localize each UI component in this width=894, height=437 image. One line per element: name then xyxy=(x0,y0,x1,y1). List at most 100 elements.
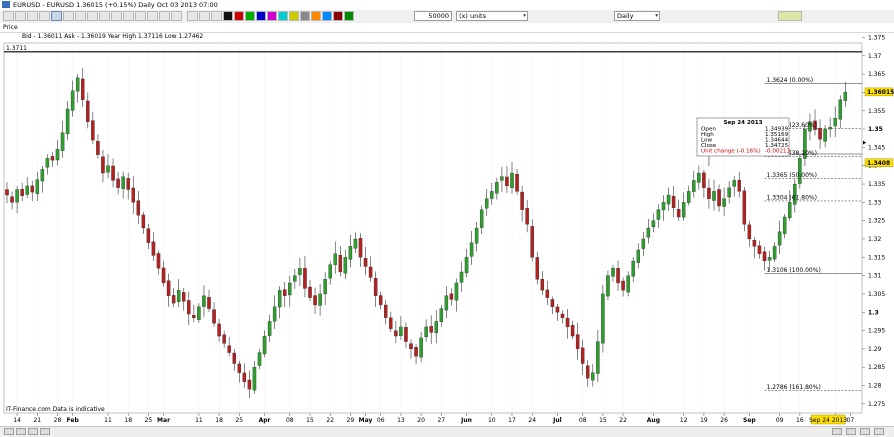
candle[interactable] xyxy=(181,292,186,302)
candle[interactable] xyxy=(15,189,19,203)
candle[interactable] xyxy=(474,227,479,244)
candle[interactable] xyxy=(687,191,691,203)
candle[interactable] xyxy=(242,372,247,383)
timeframe-select[interactable]: Daily ▾ xyxy=(614,11,660,21)
color-swatch-icon[interactable] xyxy=(289,11,299,21)
candle[interactable] xyxy=(661,202,666,211)
candle[interactable] xyxy=(363,258,368,267)
candle[interactable] xyxy=(646,227,651,238)
candle[interactable] xyxy=(606,275,610,297)
candle[interactable] xyxy=(409,343,413,350)
candle[interactable] xyxy=(60,132,65,151)
candle[interactable] xyxy=(50,156,55,161)
candle[interactable] xyxy=(505,176,509,187)
candle[interactable] xyxy=(500,176,504,181)
candle[interactable] xyxy=(641,238,646,249)
color-swatch-icon[interactable] xyxy=(245,11,255,21)
candle[interactable] xyxy=(106,165,110,173)
candle[interactable] xyxy=(404,327,408,342)
candle[interactable] xyxy=(575,334,580,350)
candle[interactable] xyxy=(762,251,767,262)
candle[interactable] xyxy=(611,268,615,277)
candle[interactable] xyxy=(449,293,454,300)
candle[interactable] xyxy=(651,220,656,228)
layout-icon[interactable] xyxy=(40,428,50,435)
candle[interactable] xyxy=(586,365,590,379)
candle[interactable] xyxy=(434,321,438,334)
candle[interactable] xyxy=(111,165,115,181)
candle[interactable] xyxy=(5,189,9,196)
candle[interactable] xyxy=(777,231,782,246)
candle[interactable] xyxy=(252,367,257,391)
color-swatch-icon[interactable] xyxy=(223,11,233,21)
candle[interactable] xyxy=(560,313,565,318)
zoom-icon[interactable] xyxy=(16,428,26,435)
candle[interactable] xyxy=(30,185,34,193)
candle[interactable] xyxy=(187,300,191,315)
candle[interactable] xyxy=(318,293,322,306)
candle[interactable] xyxy=(737,179,742,192)
candle[interactable] xyxy=(464,257,469,274)
candle[interactable] xyxy=(323,279,327,295)
candle[interactable] xyxy=(484,198,489,209)
candle[interactable] xyxy=(151,241,156,256)
candle[interactable] xyxy=(348,246,353,260)
candle[interactable] xyxy=(308,286,312,298)
color-swatch-icon[interactable] xyxy=(311,11,321,21)
color-swatch-icon[interactable] xyxy=(234,11,244,21)
candle[interactable] xyxy=(439,308,444,322)
draw-icon[interactable] xyxy=(28,428,38,435)
color-swatch-icon[interactable] xyxy=(300,11,310,21)
text-icon[interactable] xyxy=(123,11,134,21)
candle[interactable] xyxy=(272,306,277,322)
price-chart[interactable]: 1.275 1.28 1.285 1.29 1.295 1.3 1.305 1.31 1.315… xyxy=(0,32,894,426)
candle[interactable] xyxy=(444,295,449,311)
candle[interactable] xyxy=(298,268,302,275)
cursor-icon[interactable] xyxy=(63,11,74,21)
candle[interactable] xyxy=(454,282,459,301)
crosshair-icon[interactable] xyxy=(39,11,50,21)
candle[interactable] xyxy=(217,323,221,337)
candle[interactable] xyxy=(358,238,363,258)
candle-icon[interactable] xyxy=(211,11,222,21)
candle[interactable] xyxy=(96,141,100,155)
candle[interactable] xyxy=(25,185,29,195)
candle[interactable] xyxy=(262,335,267,355)
pan-icon[interactable] xyxy=(75,11,86,21)
candle[interactable] xyxy=(459,271,464,283)
candle[interactable] xyxy=(767,257,772,261)
candle[interactable] xyxy=(656,209,661,220)
units-select[interactable]: (x) units ▾ xyxy=(456,11,528,21)
candle[interactable] xyxy=(722,198,726,207)
pencil-icon[interactable] xyxy=(27,11,38,21)
candle[interactable] xyxy=(171,295,176,304)
candle[interactable] xyxy=(116,178,120,188)
chart-settings-icon[interactable] xyxy=(778,11,802,21)
color-swatch-icon[interactable] xyxy=(333,11,343,21)
refresh-icon[interactable] xyxy=(832,428,842,435)
candle[interactable] xyxy=(636,249,641,263)
candle[interactable] xyxy=(353,238,358,249)
candle[interactable] xyxy=(818,127,822,140)
candle[interactable] xyxy=(712,191,716,201)
candle[interactable] xyxy=(81,78,85,100)
candle[interactable] xyxy=(631,260,635,277)
candle[interactable] xyxy=(550,299,555,307)
candle[interactable] xyxy=(373,277,378,296)
candle[interactable] xyxy=(495,182,499,194)
candle[interactable] xyxy=(596,341,600,374)
candle[interactable] xyxy=(757,245,762,254)
candle[interactable] xyxy=(717,189,721,207)
minimize-icon[interactable] xyxy=(860,428,870,435)
candle[interactable] xyxy=(525,208,529,225)
candle[interactable] xyxy=(591,372,595,381)
candle[interactable] xyxy=(692,180,696,192)
candle[interactable] xyxy=(333,253,337,265)
candle[interactable] xyxy=(313,295,317,306)
candle[interactable] xyxy=(35,179,40,194)
delete-icon[interactable] xyxy=(171,11,182,21)
color-swatch-icon[interactable] xyxy=(344,11,354,21)
candle[interactable] xyxy=(520,191,524,210)
candle[interactable] xyxy=(257,352,262,366)
candle[interactable] xyxy=(288,282,292,296)
